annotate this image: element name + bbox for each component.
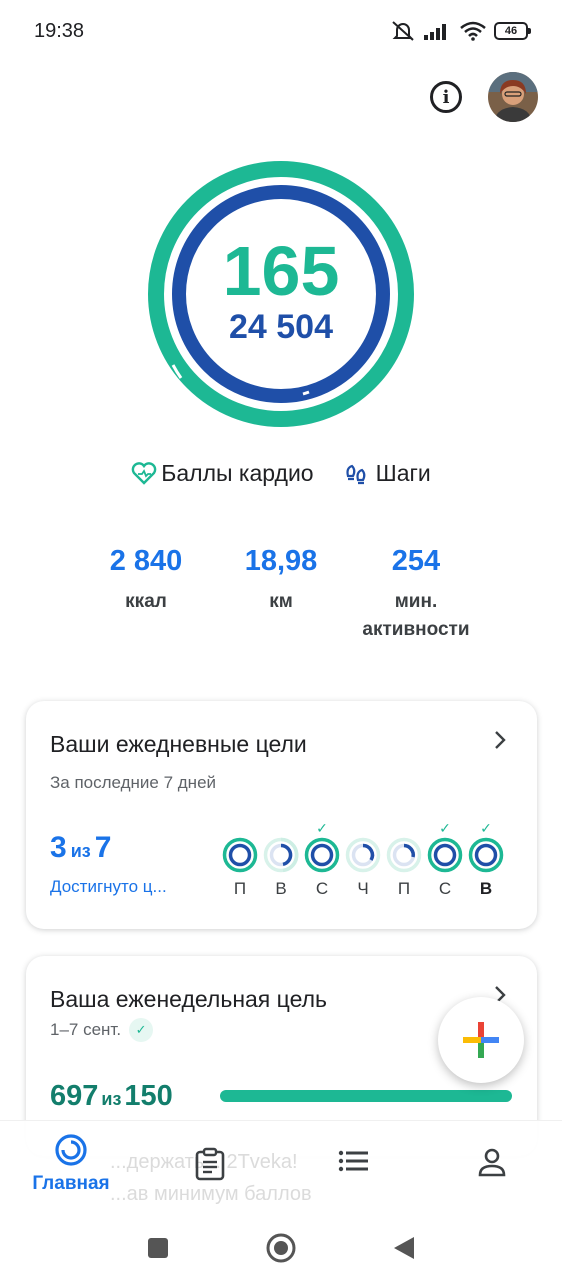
nav-home-label: Главная	[32, 1173, 110, 1194]
heart-icon	[131, 461, 157, 485]
legend-steps[interactable]: Шаги	[344, 460, 431, 487]
status-icons: 46	[390, 20, 531, 42]
info-icon[interactable]: i	[430, 81, 462, 113]
goal-of: из	[70, 841, 91, 861]
stat-distance[interactable]: 18,98 км	[214, 545, 349, 644]
card-title: Ваша еженедельная цель	[50, 986, 327, 1012]
legend-steps-label: Шаги	[375, 460, 431, 486]
weekly-count: 697 из 150	[50, 1080, 173, 1113]
plus-icon	[463, 1022, 499, 1058]
card-title: Ваши ежедневные цели	[50, 731, 307, 757]
goal-total: 7	[94, 831, 112, 864]
heart-points-value: 165	[222, 232, 340, 310]
day-ring-icon	[263, 837, 299, 873]
activity-rings[interactable]: 165 24 504	[147, 160, 415, 428]
day-ring-icon	[427, 837, 463, 873]
day-item[interactable]: ✓ С	[304, 819, 340, 899]
top-actions: i	[430, 72, 538, 122]
day-ring-icon	[345, 837, 381, 873]
person-icon	[478, 1148, 506, 1177]
ring-values: 165 24 504	[147, 160, 415, 428]
check-icon: ✓	[439, 820, 451, 836]
bottom-nav: ...держать... 2Tveka! ...ав минимум балл…	[0, 1120, 562, 1216]
nav-browse[interactable]	[332, 1149, 376, 1173]
day-ring-icon	[468, 837, 504, 873]
stat-value: 18,98	[244, 545, 318, 577]
stat-value: 254	[391, 545, 441, 577]
weekly-value: 697	[50, 1080, 99, 1112]
legend-heart-label: Баллы кардио	[161, 460, 314, 486]
week-row: 1–7 сент. ✓	[50, 1018, 154, 1042]
day-item[interactable]: П	[386, 819, 422, 899]
chevron-right-icon[interactable]	[493, 729, 507, 757]
weekly-target: 150	[124, 1080, 173, 1112]
day-ring-icon	[222, 837, 258, 873]
weekly-of: из	[101, 1089, 122, 1109]
list-icon	[338, 1150, 368, 1172]
day-item[interactable]: Ч	[345, 819, 381, 899]
goal-achieved: 3	[50, 831, 67, 864]
day-label: С	[438, 879, 452, 898]
stats-row: 2 840 ккал 18,98 км 254 мин. активности	[0, 545, 562, 644]
stat-label: км	[269, 591, 293, 612]
system-nav	[0, 1216, 562, 1280]
steps-value: 24 504	[229, 308, 333, 346]
back-icon[interactable]	[392, 1235, 416, 1261]
clipboard-icon	[195, 1147, 225, 1181]
nav-home[interactable]: Главная	[26, 1133, 116, 1195]
day-label: П	[233, 879, 247, 898]
day-ring-icon	[304, 837, 340, 873]
add-button[interactable]	[438, 997, 524, 1083]
battery-level: 46	[504, 25, 518, 37]
nav-profile[interactable]	[470, 1147, 514, 1177]
day-item[interactable]: ✓ В	[468, 819, 504, 899]
day-item[interactable]: В	[263, 819, 299, 899]
wifi-icon	[460, 21, 486, 41]
footsteps-icon	[346, 464, 365, 484]
stat-calories[interactable]: 2 840 ккал	[79, 545, 214, 644]
day-ring-icon	[386, 837, 422, 873]
check-icon: ✓	[316, 820, 328, 836]
day-item[interactable]: П	[222, 819, 258, 899]
stat-label: ккал	[125, 591, 167, 612]
stat-value: 2 840	[109, 545, 183, 577]
day-item[interactable]: ✓ С	[427, 819, 463, 899]
goal-status: Достигнуто ц...	[50, 877, 167, 896]
nav-journal[interactable]	[188, 1147, 232, 1181]
status-time: 19:38	[34, 19, 85, 42]
mute-icon	[392, 21, 414, 41]
day-label: Ч	[357, 879, 369, 898]
week-date-range: 1–7 сент.	[50, 1020, 122, 1039]
recents-icon[interactable]	[146, 1236, 170, 1260]
battery-icon: 46	[494, 22, 531, 40]
day-rings: П В ✓ С Ч П ✓ С ✓ В	[222, 819, 504, 899]
home-icon[interactable]	[265, 1232, 297, 1264]
goal-count: 3 из 7	[50, 831, 111, 865]
daily-goals-card[interactable]: Ваши ежедневные цели За последние 7 дней…	[26, 701, 537, 929]
day-label: П	[397, 879, 411, 898]
card-subtitle: За последние 7 дней	[50, 773, 217, 792]
underlying-text: ...ав минимум баллов	[110, 1183, 312, 1205]
legend-heart-points[interactable]: Баллы кардио	[131, 460, 314, 487]
stat-label: мин. активности	[362, 591, 470, 640]
stat-move-minutes[interactable]: 254 мин. активности	[349, 545, 484, 644]
home-rings-icon	[55, 1134, 87, 1166]
status-bar: 19:38 46	[0, 0, 562, 62]
day-label: В	[275, 879, 287, 898]
avatar[interactable]	[488, 72, 538, 122]
check-circle-icon: ✓	[129, 1018, 154, 1042]
day-label: С	[315, 879, 329, 898]
signal-icon	[424, 24, 446, 40]
check-icon: ✓	[480, 820, 492, 836]
day-label-today: В	[479, 879, 493, 898]
ring-legend: Баллы кардио Шаги	[0, 460, 562, 487]
weekly-progress-bar	[220, 1090, 512, 1102]
